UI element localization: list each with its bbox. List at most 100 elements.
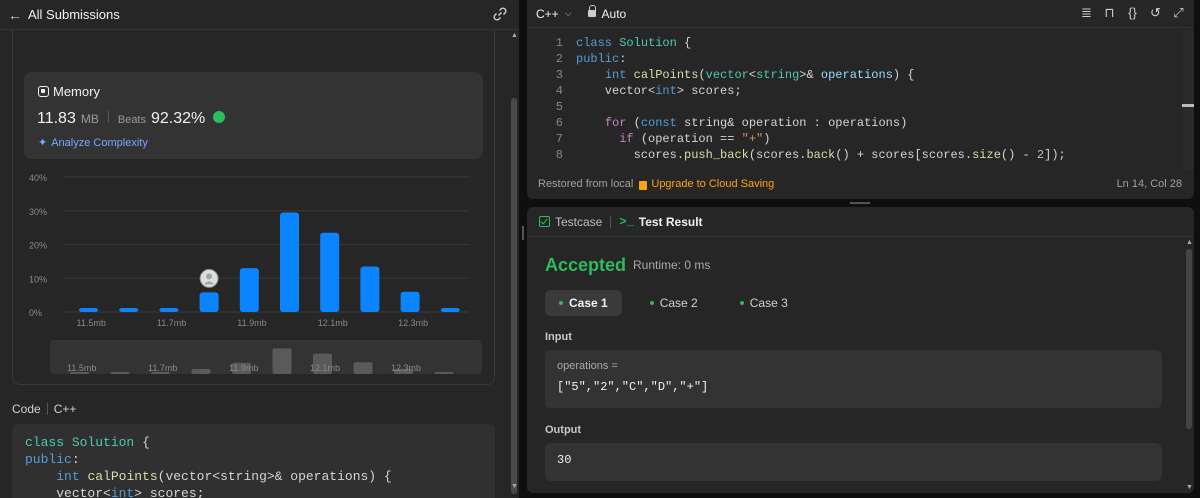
minimap-label: 11.7mb [148, 363, 177, 373]
case-tabs: Case 1 Case 2 Case 3 [545, 290, 802, 316]
bar [119, 307, 139, 312]
result-scrollbar[interactable]: ▲ ▼ [1184, 237, 1194, 493]
minimap-label: 12.3mb [391, 363, 421, 373]
expand-icon[interactable]: ⤢ [1171, 5, 1186, 21]
link-icon[interactable] [491, 5, 509, 23]
output-label: Output [545, 424, 582, 436]
minimap-label: 11.5mb [67, 363, 96, 373]
code-line: for (const string& operation : operation… [604, 116, 908, 130]
minimap-bar [434, 372, 454, 374]
editor-header: C++ ⌵ Auto ≣ ⊓ {} ↺ ⤢ [527, 0, 1194, 28]
braces-icon[interactable]: {} [1125, 5, 1140, 21]
y-tick-label: 30% [29, 207, 47, 217]
editor-code-area[interactable]: 1 2 3 4 5 6 7 8 class Solution { public:… [527, 33, 1182, 163]
code-line: public: [25, 452, 80, 467]
case-label: Case 1 [569, 296, 608, 310]
memory-distribution-chart: 40% 30% 20% 10% 0% 11.5mb 11.7mb 11.9mb 12.1mb 12… [29, 173, 469, 328]
y-tick-label: 20% [29, 241, 47, 251]
app-root: ← All Submissions Memory 11.83 MB Beats … [0, 0, 1200, 498]
code-line: vector<int> scores; [56, 486, 205, 498]
y-tick-label: 10% [29, 274, 47, 284]
chip-icon [38, 86, 49, 97]
chart-minimap[interactable]: 11.5mb 11.7mb 11.9mb 12.1mb 12.3mb [50, 340, 482, 374]
vertical-resize-handle[interactable] [519, 0, 527, 498]
tab-test-result-label: Test Result [638, 214, 703, 229]
reset-icon[interactable]: ↺ [1148, 5, 1163, 21]
case-tab[interactable]: Case 2 [636, 290, 712, 316]
analyze-complexity-button[interactable]: ✦ Analyze Complexity [38, 136, 148, 150]
tab-testcase[interactable]: Testcase [539, 215, 602, 229]
memory-unit: MB [80, 112, 99, 126]
output-value: 30 [557, 453, 572, 467]
line-number: 2 [555, 52, 563, 66]
tab-testcase-label: Testcase [555, 214, 603, 229]
back-to-submissions[interactable]: ← All Submissions [8, 7, 120, 23]
cursor-position: Ln 14, Col 28 [1116, 178, 1182, 190]
input-name: operations = [557, 360, 618, 372]
scroll-up-icon[interactable]: ▲ [1186, 239, 1193, 246]
result-tabs: Testcase >_ Test Result [527, 207, 1194, 237]
bar [360, 266, 380, 312]
lock-icon [587, 5, 596, 18]
x-tick-label: 11.5mb [77, 318, 106, 328]
analyze-label: Analyze Complexity [51, 136, 148, 149]
scroll-down-icon[interactable]: ▼ [511, 483, 518, 490]
editor-footer: Restored from local Upgrade to Cloud Sav… [538, 178, 774, 190]
memory-card: Memory 11.83 MB Beats 92.32% ✦ Analyze C… [24, 72, 483, 159]
editor-scrollbar[interactable] [1182, 30, 1194, 170]
sparkle-icon: ✦ [38, 137, 48, 149]
language-select[interactable]: C++ ⌵ [536, 7, 572, 21]
code-line: public: [576, 52, 627, 66]
submission-scrollbar[interactable]: ▲ ▼ [509, 30, 519, 494]
divider [46, 403, 48, 415]
format-icon[interactable]: ≣ [1079, 5, 1094, 21]
minimap-bar [353, 362, 373, 374]
bar [199, 292, 219, 312]
editor-toolbar: ≣ ⊓ {} ↺ ⤢ [1079, 5, 1186, 21]
minimap-label: 11.9mb [229, 363, 258, 373]
beats-percent: 92.32% [151, 110, 206, 127]
memory-value: 11.83 [37, 110, 76, 127]
code-line: class Solution { [576, 36, 692, 50]
pass-dot-icon [649, 301, 654, 305]
case-tab[interactable]: Case 1 [545, 290, 622, 316]
code-line: scores.push_back(scores.back() + scores[… [576, 148, 1066, 162]
bookmark-icon[interactable]: ⊓ [1102, 5, 1117, 21]
line-number: 4 [555, 84, 563, 98]
bar [79, 307, 98, 312]
horizontal-resize-handle[interactable] [527, 199, 1194, 207]
scroll-down-icon[interactable]: ▼ [1186, 484, 1193, 491]
code-label: Code [12, 402, 41, 416]
scrollbar-thumb[interactable] [511, 98, 517, 494]
code-line: int calPoints(vector<string>& operations… [56, 469, 392, 484]
x-tick-label: 12.3mb [398, 318, 428, 328]
minimap-bar [110, 372, 130, 374]
autosave-mode: Auto [587, 5, 626, 21]
scroll-up-icon[interactable]: ▲ [511, 32, 518, 39]
grip-icon [522, 226, 524, 240]
chevron-down-icon: ⌵ [564, 8, 572, 18]
bar [159, 307, 179, 312]
checkbox-icon [539, 216, 550, 227]
line-number: 3 [555, 68, 563, 82]
scrollbar-thumb[interactable] [1186, 249, 1192, 429]
submission-header: ← All Submissions [0, 0, 519, 30]
upgrade-cloud-link[interactable]: Upgrade to Cloud Saving [639, 178, 774, 190]
case-tab[interactable]: Case 3 [726, 290, 802, 316]
bar [400, 291, 420, 312]
y-tick-label: 40% [29, 173, 47, 183]
terminal-icon: >_ [619, 214, 634, 229]
y-tick-label: 0% [29, 308, 42, 318]
avatar-head [206, 273, 213, 280]
line-number: 5 [555, 100, 563, 114]
line-number: 8 [555, 148, 563, 162]
minimap-bar [191, 368, 211, 374]
tab-test-result[interactable]: >_ Test Result [619, 215, 702, 229]
code-line: class Solution { [25, 435, 150, 450]
bar [239, 268, 259, 312]
back-label: All Submissions [28, 7, 120, 22]
code-line: int calPoints(vector<string>& operations… [604, 68, 915, 82]
minimap-label: 12.1mb [310, 363, 340, 373]
pass-dot-icon [559, 301, 563, 305]
arrow-left-icon: ← [8, 6, 22, 23]
